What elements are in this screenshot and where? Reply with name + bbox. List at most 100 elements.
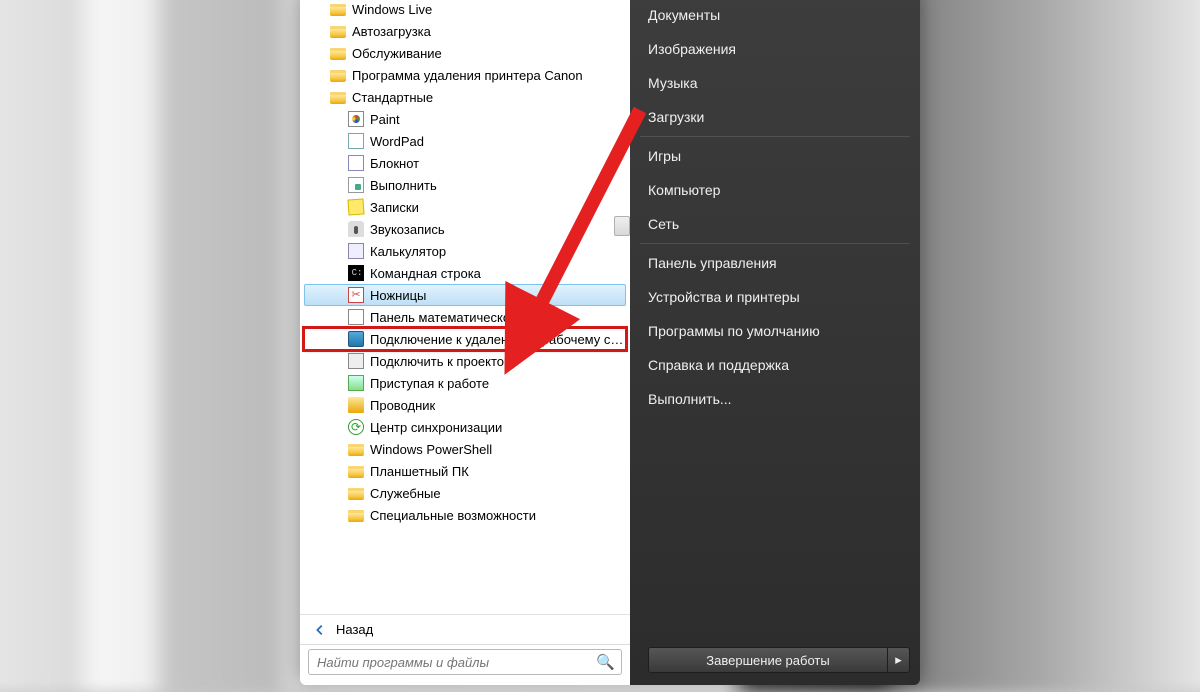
wordpad-icon [348,133,364,149]
program-item-label: Специальные возможности [370,508,536,523]
program-item-label: Служебные [370,486,441,501]
program-folder[interactable]: Автозагрузка [304,20,626,42]
sync-icon [348,419,364,435]
folder-icon [330,70,346,82]
back-label: Назад [336,622,373,637]
right-pane-item-label: Сеть [648,216,679,232]
right-pane-item[interactable]: Панель управления [630,246,920,280]
start-menu-right-pane: Документы Изображения Музыка Загрузки Игры К… [630,0,920,685]
right-pane-item[interactable]: Устройства и принтеры [630,280,920,314]
program-item-label: Windows PowerShell [370,442,492,457]
search-box[interactable]: 🔍 [308,649,622,675]
search-input[interactable] [315,654,596,671]
right-pane-item[interactable]: Программы по умолчанию [630,314,920,348]
run-icon [348,177,364,193]
proj-icon [348,353,364,369]
program-item[interactable]: Paint [304,108,626,130]
folder-icon [330,48,346,60]
right-pane-item-label: Документы [648,7,720,23]
program-item-label: Планшетный ПК [370,464,469,479]
cmd-icon: C: [348,265,364,281]
right-pane-item[interactable]: Компьютер [630,173,920,207]
program-item-label: Ножницы [370,288,426,303]
right-pane-item[interactable]: Музыка [630,66,920,100]
start-menu: Windows Live Автозагрузка Обслуживание Прог… [300,0,920,685]
program-folder[interactable]: Служебные [304,482,626,504]
program-folder[interactable]: Специальные возможности [304,504,626,526]
folder-icon [330,4,346,16]
folder-icon [348,510,364,522]
right-pane-item[interactable]: Изображения [630,32,920,66]
program-item-label: Калькулятор [370,244,446,259]
chevron-right-icon: ▸ [895,652,902,668]
shutdown-split-button: Завершение работы ▸ [648,647,910,673]
search-icon: 🔍 [596,653,615,671]
program-item[interactable]: Записки [304,196,626,218]
program-item-label: Блокнот [370,156,419,171]
program-item[interactable]: Проводник [304,394,626,416]
right-pane-item-label: Выполнить... [648,391,732,407]
right-pane-item[interactable]: Документы [630,0,920,32]
folder-icon [330,92,346,104]
sticky-icon [347,198,364,215]
program-item-label: Выполнить [370,178,437,193]
right-pane-item[interactable]: Справка и поддержка [630,348,920,382]
program-item-label: Подключить к проектору [370,354,518,369]
right-pane-item-label: Устройства и принтеры [648,289,800,305]
program-item-label: Windows Live [352,2,432,17]
right-pane-item-label: Панель управления [648,255,777,271]
program-item[interactable]: Звукозапись [304,218,626,240]
right-pane-item[interactable]: Сеть [630,207,920,241]
program-item-label: WordPad [370,134,424,149]
right-pane-item-label: Музыка [648,75,698,91]
right-pane-item-label: Программы по умолчанию [648,323,820,339]
right-pane-item-label: Загрузки [648,109,704,125]
shutdown-button[interactable]: Завершение работы [648,647,888,673]
note-icon [348,155,364,171]
right-pane-item[interactable]: Игры [630,139,920,173]
program-folder[interactable]: Программа удаления принтера Canon [304,64,626,86]
program-item-label: Командная строка [370,266,481,281]
program-item[interactable]: Выполнить [304,174,626,196]
calc-icon [348,243,364,259]
program-item[interactable]: Ножницы [304,284,626,306]
shutdown-label: Завершение работы [706,653,829,668]
scrollbar-thumb[interactable] [614,216,630,236]
program-item-label: Звукозапись [370,222,445,237]
program-item[interactable]: Панель математического ввода [304,306,626,328]
program-item[interactable]: Центр синхронизации [304,416,626,438]
separator [640,136,910,137]
program-folder[interactable]: Стандартные [304,86,626,108]
program-item-label: Записки [370,200,419,215]
program-item-label: Центр синхронизации [370,420,502,435]
separator [640,243,910,244]
start-menu-left-pane: Windows Live Автозагрузка Обслуживание Прог… [300,0,630,685]
program-item-label: Подключение к удаленному рабочему стол [370,332,626,347]
program-item-label: Панель математического ввода [370,310,561,325]
shutdown-options-button[interactable]: ▸ [888,647,910,673]
program-folder[interactable]: Windows PowerShell [304,438,626,460]
start-icon [348,375,364,391]
program-item[interactable]: Приступая к работе [304,372,626,394]
program-item[interactable]: Калькулятор [304,240,626,262]
explorer-icon [348,397,364,413]
right-pane-item-label: Компьютер [648,182,720,198]
program-item[interactable]: Подключить к проектору [304,350,626,372]
program-item[interactable]: Блокнот [304,152,626,174]
math-icon [348,309,364,325]
program-folder[interactable]: Планшетный ПК [304,460,626,482]
search-container: 🔍 [300,644,630,681]
right-pane-item[interactable]: Загрузки [630,100,920,134]
program-item[interactable]: Подключение к удаленному рабочему стол [304,328,626,350]
program-item[interactable]: WordPad [304,130,626,152]
program-item-label: Обслуживание [352,46,442,61]
program-item-label: Paint [370,112,400,127]
spacer [630,416,920,641]
back-button[interactable]: Назад [300,614,630,644]
program-folder[interactable]: Windows Live [304,0,626,20]
folder-icon [348,466,364,478]
program-folder[interactable]: Обслуживание [304,42,626,64]
right-pane-item[interactable]: Выполнить... [630,382,920,416]
program-item[interactable]: C: Командная строка [304,262,626,284]
programs-tree: Windows Live Автозагрузка Обслуживание Прог… [300,0,630,614]
